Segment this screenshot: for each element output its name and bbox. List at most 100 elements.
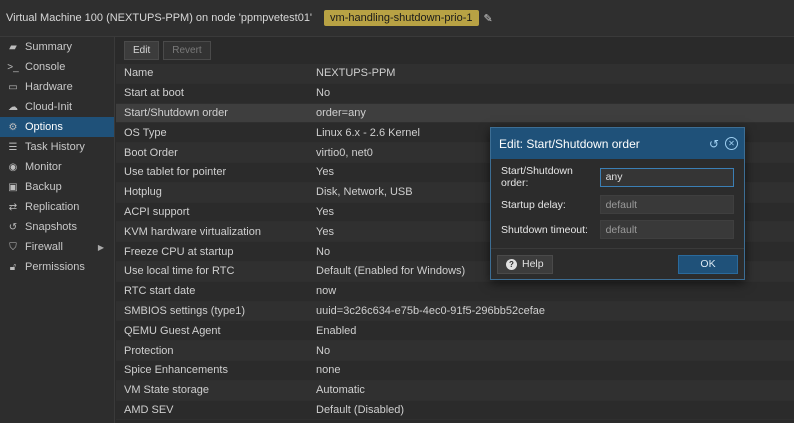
help-label: Help: [522, 258, 544, 270]
sidebar-item-label: Console: [25, 61, 66, 73]
shield-icon: ⛉: [9, 241, 17, 253]
dialog-body: Start/Shutdown order: any Startup delay:…: [491, 159, 744, 239]
table-row[interactable]: Name NEXTUPS-PPM: [116, 64, 794, 84]
chevron-right-icon[interactable]: ▶: [98, 243, 104, 252]
option-key: Protection: [124, 344, 174, 357]
option-value: Disk, Network, USB: [316, 186, 413, 199]
option-value: Yes: [316, 225, 334, 238]
close-icon[interactable]: ✕: [725, 136, 738, 150]
option-value: NEXTUPS-PPM: [316, 67, 396, 80]
option-key: RTC start date: [124, 285, 196, 298]
reset-icon[interactable]: ↺: [707, 137, 721, 151]
dialog-title: Edit: Start/Shutdown order: [499, 136, 640, 151]
table-row[interactable]: RTC start date now: [116, 281, 794, 302]
sidebar-item-cloud-init[interactable]: ☁ Cloud-Init: [0, 97, 114, 117]
sidebar-item-replication[interactable]: ⇄ Replication: [0, 197, 114, 217]
revert-button[interactable]: Revert: [163, 40, 211, 60]
option-value: uuid=3c26c634-e75b-4ec0-91f5-296bb52cefa…: [316, 304, 546, 317]
table-row[interactable]: AMD SEV Default (Disabled): [116, 400, 794, 421]
order-label: Start/Shutdown order:: [501, 165, 573, 189]
toolbar: Edit Revert: [116, 37, 794, 63]
question-icon: ?: [506, 258, 517, 270]
sidebar-item-label: Backup: [25, 181, 62, 193]
option-key: OS Type: [124, 126, 167, 139]
option-key: AMD SEV: [124, 403, 174, 416]
option-value: Yes: [316, 166, 334, 179]
sidebar-item-permissions[interactable]: 🔓︎ Permissions: [0, 257, 114, 277]
option-key: KVM hardware virtualization: [124, 225, 261, 238]
table-row[interactable]: QEMU Guest Agent Enabled: [116, 321, 794, 342]
terminal-icon: >_: [7, 61, 19, 73]
eye-icon: ◉: [8, 161, 18, 173]
table-row[interactable]: SMBIOS settings (type1) uuid=3c26c634-e75…: [116, 301, 794, 322]
sidebar-item-firewall[interactable]: ⛉ Firewall ▶: [0, 237, 114, 257]
sidebar: ▰ Summary >_ Console ▭ Hardware ☁ Cloud-…: [0, 37, 115, 423]
shutdown-timeout-input[interactable]: default: [599, 220, 734, 239]
retweet-icon: ⇄: [8, 201, 18, 213]
sidebar-item-summary[interactable]: ▰ Summary: [0, 37, 114, 57]
gear-icon: ⚙: [8, 121, 18, 133]
option-value: No: [316, 245, 331, 258]
option-key: SMBIOS settings (type1): [124, 304, 246, 317]
option-value: No: [316, 87, 331, 100]
edit-dialog: Edit: Start/Shutdown order ↺ ✕ Start/Shu…: [490, 127, 745, 280]
sidebar-item-label: Monitor: [25, 161, 62, 173]
list-icon: ☰: [8, 141, 18, 153]
option-key: Freeze CPU at startup: [124, 245, 234, 258]
order-input[interactable]: any: [599, 167, 734, 187]
pencil-icon[interactable]: ✎: [484, 12, 493, 25]
table-row[interactable]: Start at boot No: [116, 83, 794, 104]
sidebar-item-label: Replication: [25, 201, 80, 213]
sidebar-item-hardware[interactable]: ▭ Hardware: [0, 77, 114, 97]
dialog-header[interactable]: Edit: Start/Shutdown order ↺ ✕: [491, 128, 744, 159]
table-row[interactable]: Spice Enhancements none: [116, 360, 794, 381]
option-value: virtio0, net0: [316, 146, 373, 159]
sidebar-item-label: Summary: [25, 41, 73, 53]
sidebar-item-console[interactable]: >_ Console: [0, 57, 114, 77]
startup-field-row: Startup delay: default: [501, 195, 734, 214]
sidebar-item-label: Permissions: [25, 261, 85, 273]
sidebar-item-task-history[interactable]: ☰ Task History: [0, 137, 114, 157]
sidebar-item-monitor[interactable]: ◉ Monitor: [0, 157, 114, 177]
option-key: Name: [124, 67, 154, 80]
sidebar-item-label: Task History: [25, 141, 85, 153]
option-value: order=any: [316, 106, 366, 119]
option-value: Automatic: [316, 384, 365, 397]
sidebar-item-backup[interactable]: ▣ Backup: [0, 177, 114, 197]
option-key: Boot Order: [124, 146, 178, 159]
option-key: Use tablet for pointer: [124, 166, 227, 179]
option-value: none: [316, 364, 341, 377]
option-key: VM State storage: [124, 384, 209, 397]
option-key: Use local time for RTC: [124, 265, 235, 278]
floppy-icon: ▣: [8, 181, 18, 193]
table-row[interactable]: VM State storage Automatic: [116, 380, 794, 401]
help-button[interactable]: ? Help: [497, 254, 553, 274]
page-title: Virtual Machine 100 (NEXTUPS-PPM) on nod…: [6, 12, 313, 24]
dialog-tools: ↺ ✕: [707, 136, 738, 151]
option-key: Start/Shutdown order: [124, 106, 228, 119]
option-value: Enabled: [316, 324, 357, 337]
order-field-row: Start/Shutdown order: any: [501, 165, 734, 189]
sidebar-item-snapshots[interactable]: ↺ Snapshots: [0, 217, 114, 237]
startup-delay-input[interactable]: default: [599, 195, 734, 214]
unlock-icon: 🔓︎: [9, 261, 17, 273]
option-key: Start at boot: [124, 87, 184, 100]
vm-tag[interactable]: vm-handling-shutdown-prio-1: [324, 10, 479, 26]
cloud-icon: ☁: [8, 101, 18, 113]
option-key: QEMU Guest Agent: [124, 324, 221, 337]
ok-button[interactable]: OK: [678, 254, 738, 274]
sidebar-item-label: Cloud-Init: [25, 101, 73, 113]
shutdown-timeout-label: Shutdown timeout:: [501, 223, 588, 236]
sidebar-item-label: Snapshots: [25, 221, 77, 233]
option-value: Yes: [316, 205, 334, 218]
table-row[interactable]: Start/Shutdown order order=any: [116, 103, 794, 124]
sidebar-item-label: Options: [25, 121, 63, 133]
edit-button[interactable]: Edit: [124, 40, 160, 60]
sidebar-item-options[interactable]: ⚙ Options: [0, 117, 114, 137]
option-value: Linux 6.x - 2.6 Kernel: [316, 126, 420, 139]
shutdown-field-row: Shutdown timeout: default: [501, 220, 734, 239]
option-key: ACPI support: [124, 205, 190, 218]
history-icon: ↺: [8, 221, 18, 233]
table-row[interactable]: Protection No: [116, 341, 794, 361]
option-value: No: [316, 344, 331, 357]
